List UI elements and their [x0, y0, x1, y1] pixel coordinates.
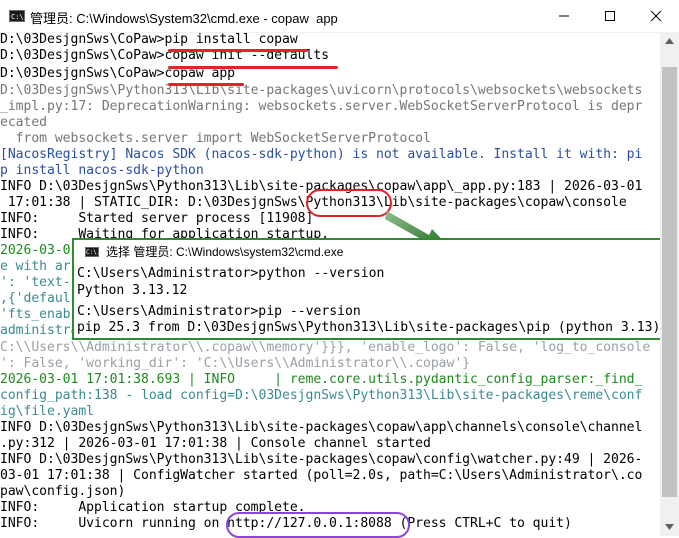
- popup-title-bar[interactable]: C:\. 选择 管理员: C:\Windows\system32\cmd.exe: [74, 240, 664, 262]
- console-line: INFO: Started server process [11908]: [0, 211, 314, 226]
- console-line: 2026-03-01 17:01:38.693 | INFO | reme.co…: [0, 372, 643, 387]
- console-line: e with ar: [0, 259, 71, 274]
- minimize-button[interactable]: [541, 0, 587, 32]
- close-button[interactable]: [633, 0, 679, 32]
- scroll-up-icon: [665, 38, 674, 44]
- close-icon: [650, 10, 662, 22]
- console-line: C:\\Users\\Administrator\\.copaw\\memory…: [0, 340, 651, 355]
- title-bar[interactable]: C:\. 管理员: C:\Windows\System32\cmd.exe - …: [0, 0, 679, 33]
- window-title: 管理员: C:\Windows\System32\cmd.exe - copaw…: [30, 11, 338, 26]
- console-line: 03-01 17:01:38 | ConfigWatcher started (…: [0, 468, 643, 483]
- popup-line: C:\Users\Administrator>pip --version: [77, 304, 361, 319]
- popup-line: pip 25.3 from D:\03DesjgnSws\Python313\L…: [77, 320, 661, 335]
- console-line: INFO D:\03DesjgnSws\Python313\Lib\site-p…: [0, 452, 643, 467]
- console-line: config_path:138 - load config=D:\03Desjg…: [0, 388, 643, 403]
- scroll-down-button[interactable]: [660, 518, 679, 536]
- scroll-down-icon: [665, 524, 674, 530]
- maximize-icon: [605, 11, 615, 21]
- popup-line: Python 3.13.12: [77, 283, 188, 298]
- console-line: D:\03DesjgnSws\Python313\Lib\site-packag…: [0, 83, 643, 98]
- command-underline: [168, 49, 308, 52]
- maximize-button[interactable]: [587, 0, 633, 32]
- console-line: [NacosRegistry] Nacos SDK (nacos-sdk-pyt…: [0, 147, 643, 162]
- scroll-thumb[interactable]: [662, 67, 677, 497]
- scroll-up-button[interactable]: [660, 32, 679, 50]
- console-line: ': 'text-: [0, 275, 71, 290]
- console-line: D:\03DesjgnSws\CoPaw>pip install copaw: [0, 32, 298, 47]
- popup-cmd-window[interactable]: C:\. 选择 管理员: C:\Windows\system32\cmd.exe…: [72, 238, 666, 340]
- popup-line: C:\Users\Administrator>python --version: [77, 266, 385, 281]
- console-line: ': False, 'working_dir': 'C:\\Users\\Adm…: [0, 356, 470, 371]
- console-line: ,{'defaul: [0, 291, 71, 306]
- console-line: ig\file.yaml: [0, 404, 94, 419]
- cmd-app-icon: C:\.: [85, 247, 101, 257]
- console-line: .py:312 | 2026-03-01 17:01:38 | Console …: [0, 436, 431, 451]
- console-line: administra: [0, 323, 79, 338]
- console-line: paw\config.json): [0, 484, 126, 499]
- console-line: ecated: [0, 115, 47, 130]
- console-line: p install nacos-sdk-python: [0, 163, 204, 178]
- popup-title: 选择 管理员: C:\Windows\system32\cmd.exe: [106, 245, 344, 259]
- console-line: _impl.py:17: DeprecationWarning: websock…: [0, 99, 643, 114]
- console-line: from websockets.server import WebSocketS…: [0, 131, 431, 146]
- vertical-scrollbar[interactable]: [660, 32, 679, 536]
- python313-highlight: [306, 189, 392, 217]
- console-line: 'fts_enab: [0, 307, 71, 322]
- url-highlight: [226, 512, 410, 538]
- minimize-icon: [559, 15, 569, 17]
- cmd-app-icon: C:\.: [9, 10, 28, 22]
- console-line: INFO D:\03DesjgnSws\Python313\Lib\site-p…: [0, 420, 643, 435]
- console-line: 2026-03-0: [0, 243, 71, 258]
- command-underline: [168, 83, 244, 86]
- command-underline: [168, 66, 338, 69]
